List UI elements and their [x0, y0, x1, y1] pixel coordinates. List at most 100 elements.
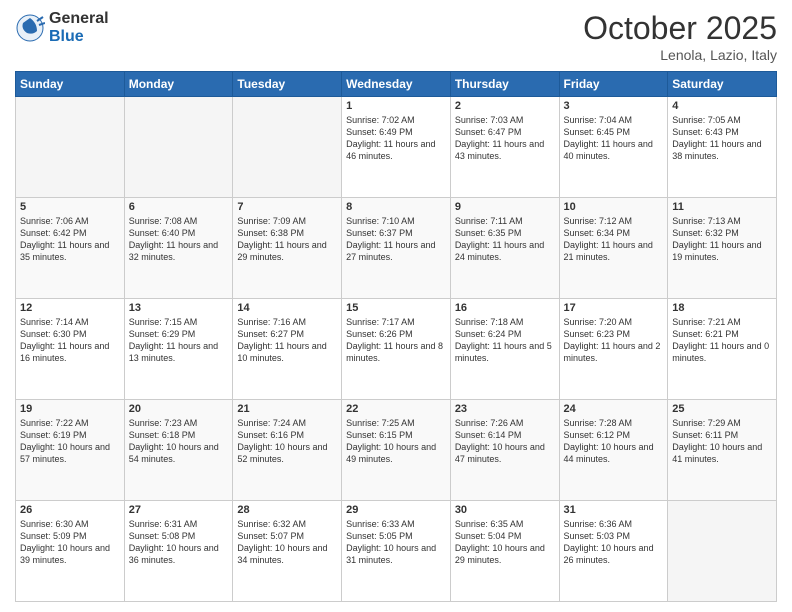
calendar-row-3: 19 Sunrise: 7:22 AM Sunset: 6:19 PM Dayli…	[16, 400, 777, 501]
calendar-cell: 3 Sunrise: 7:04 AM Sunset: 6:45 PM Daylig…	[559, 97, 668, 198]
day-number: 24	[564, 403, 664, 415]
calendar-cell: 21 Sunrise: 7:24 AM Sunset: 6:16 PM Dayli…	[233, 400, 342, 501]
col-wednesday: Wednesday	[342, 72, 451, 97]
calendar-cell: 5 Sunrise: 7:06 AM Sunset: 6:42 PM Daylig…	[16, 198, 125, 299]
calendar-table: Sunday Monday Tuesday Wednesday Thursday…	[15, 71, 777, 602]
calendar-cell: 15Sunrise: 7:17 AM Sunset: 6:26 PM Dayli…	[342, 299, 451, 400]
calendar-cell: 26 Sunrise: 6:30 AM Sunset: 5:09 PM Dayli…	[16, 501, 125, 602]
calendar-cell: 19 Sunrise: 7:22 AM Sunset: 6:19 PM Dayli…	[16, 400, 125, 501]
calendar-header-row: Sunday Monday Tuesday Wednesday Thursday…	[16, 72, 777, 97]
logo-blue: Blue	[49, 28, 109, 46]
page-header: General Blue October 2025 Lenola, Lazio,…	[15, 10, 777, 63]
day-info: Sunrise: 7:06 AM Sunset: 6:42 PM Dayligh…	[20, 215, 120, 264]
calendar-cell: 2 Sunrise: 7:03 AM Sunset: 6:47 PM Daylig…	[450, 97, 559, 198]
day-number: 26	[20, 504, 120, 516]
day-info: Sunrise: 7:24 AM Sunset: 6:16 PM Dayligh…	[237, 417, 337, 466]
calendar-cell: 25 Sunrise: 7:29 AM Sunset: 6:11 PM Dayli…	[668, 400, 777, 501]
day-number: 16	[455, 302, 555, 314]
calendar-cell: 4 Sunrise: 7:05 AM Sunset: 6:43 PM Daylig…	[668, 97, 777, 198]
day-info: Sunrise: 6:30 AM Sunset: 5:09 PM Dayligh…	[20, 518, 120, 567]
day-number: 23	[455, 403, 555, 415]
day-info: Sunrise: 7:13 AM Sunset: 6:32 PM Dayligh…	[672, 215, 772, 264]
day-number: 2	[455, 100, 555, 112]
day-number: 9	[455, 201, 555, 213]
calendar-cell: 22 Sunrise: 7:25 AM Sunset: 6:15 PM Dayli…	[342, 400, 451, 501]
calendar-cell: 13 Sunrise: 7:15 AM Sunset: 6:29 PM Dayli…	[124, 299, 233, 400]
calendar-cell: 9 Sunrise: 7:11 AM Sunset: 6:35 PM Daylig…	[450, 198, 559, 299]
calendar-cell: 17Sunrise: 7:20 AM Sunset: 6:23 PM Dayli…	[559, 299, 668, 400]
day-info: Sunrise: 7:22 AM Sunset: 6:19 PM Dayligh…	[20, 417, 120, 466]
day-info: Sunrise: 7:12 AM Sunset: 6:34 PM Dayligh…	[564, 215, 664, 264]
day-info: Sunrise: 7:14 AM Sunset: 6:30 PM Dayligh…	[20, 316, 120, 365]
calendar-row-1: 5 Sunrise: 7:06 AM Sunset: 6:42 PM Daylig…	[16, 198, 777, 299]
day-info: Sunrise: 6:31 AM Sunset: 5:08 PM Dayligh…	[129, 518, 229, 567]
location: Lenola, Lazio, Italy	[583, 47, 777, 63]
day-info: Sunrise: 7:04 AM Sunset: 6:45 PM Dayligh…	[564, 114, 664, 163]
calendar-cell: 23 Sunrise: 7:26 AM Sunset: 6:14 PM Dayli…	[450, 400, 559, 501]
day-number: 20	[129, 403, 229, 415]
day-number: 14	[237, 302, 337, 314]
day-info: Sunrise: 6:32 AM Sunset: 5:07 PM Dayligh…	[237, 518, 337, 567]
col-friday: Friday	[559, 72, 668, 97]
day-info: Sunrise: 7:05 AM Sunset: 6:43 PM Dayligh…	[672, 114, 772, 163]
month-title: October 2025	[583, 10, 777, 47]
day-number: 6	[129, 201, 229, 213]
calendar-cell: 31 Sunrise: 6:36 AM Sunset: 5:03 PM Dayli…	[559, 501, 668, 602]
day-number: 22	[346, 403, 446, 415]
day-info: Sunrise: 7:15 AM Sunset: 6:29 PM Dayligh…	[129, 316, 229, 365]
col-saturday: Saturday	[668, 72, 777, 97]
calendar-cell: 28Sunrise: 6:32 AM Sunset: 5:07 PM Dayli…	[233, 501, 342, 602]
calendar-cell: 29 Sunrise: 6:33 AM Sunset: 5:05 PM Dayli…	[342, 501, 451, 602]
day-number: 10	[564, 201, 664, 213]
logo-icon	[15, 13, 45, 43]
day-number: 21	[237, 403, 337, 415]
day-number: 5	[20, 201, 120, 213]
logo-text: General Blue	[49, 10, 109, 45]
calendar-row-2: 12 Sunrise: 7:14 AM Sunset: 6:30 PM Dayli…	[16, 299, 777, 400]
day-info: Sunrise: 6:36 AM Sunset: 5:03 PM Dayligh…	[564, 518, 664, 567]
day-number: 17	[564, 302, 664, 314]
calendar-cell: 14Sunrise: 7:16 AM Sunset: 6:27 PM Dayli…	[233, 299, 342, 400]
calendar-cell: 16 Sunrise: 7:18 AM Sunset: 6:24 PM Dayli…	[450, 299, 559, 400]
calendar-row-4: 26 Sunrise: 6:30 AM Sunset: 5:09 PM Dayli…	[16, 501, 777, 602]
calendar-cell: 27Sunrise: 6:31 AM Sunset: 5:08 PM Dayli…	[124, 501, 233, 602]
calendar-cell: 6 Sunrise: 7:08 AM Sunset: 6:40 PM Daylig…	[124, 198, 233, 299]
calendar-cell	[233, 97, 342, 198]
day-number: 4	[672, 100, 772, 112]
calendar-cell: 24 Sunrise: 7:28 AM Sunset: 6:12 PM Dayli…	[559, 400, 668, 501]
calendar-page: General Blue October 2025 Lenola, Lazio,…	[0, 0, 792, 612]
day-info: Sunrise: 7:02 AM Sunset: 6:49 PM Dayligh…	[346, 114, 446, 163]
day-number: 19	[20, 403, 120, 415]
day-number: 30	[455, 504, 555, 516]
col-tuesday: Tuesday	[233, 72, 342, 97]
calendar-cell	[124, 97, 233, 198]
day-info: Sunrise: 7:18 AM Sunset: 6:24 PM Dayligh…	[455, 316, 555, 365]
day-number: 7	[237, 201, 337, 213]
day-number: 12	[20, 302, 120, 314]
day-number: 3	[564, 100, 664, 112]
day-info: Sunrise: 7:11 AM Sunset: 6:35 PM Dayligh…	[455, 215, 555, 264]
day-info: Sunrise: 7:25 AM Sunset: 6:15 PM Dayligh…	[346, 417, 446, 466]
day-number: 31	[564, 504, 664, 516]
calendar-cell: 8Sunrise: 7:10 AM Sunset: 6:37 PM Daylig…	[342, 198, 451, 299]
day-info: Sunrise: 7:03 AM Sunset: 6:47 PM Dayligh…	[455, 114, 555, 163]
logo: General Blue	[15, 10, 109, 45]
day-info: Sunrise: 7:28 AM Sunset: 6:12 PM Dayligh…	[564, 417, 664, 466]
day-number: 1	[346, 100, 446, 112]
calendar-cell: 18Sunrise: 7:21 AM Sunset: 6:21 PM Dayli…	[668, 299, 777, 400]
day-number: 8	[346, 201, 446, 213]
calendar-row-0: 1 Sunrise: 7:02 AM Sunset: 6:49 PM Daylig…	[16, 97, 777, 198]
day-number: 29	[346, 504, 446, 516]
col-sunday: Sunday	[16, 72, 125, 97]
calendar-cell: 12 Sunrise: 7:14 AM Sunset: 6:30 PM Dayli…	[16, 299, 125, 400]
day-info: Sunrise: 7:08 AM Sunset: 6:40 PM Dayligh…	[129, 215, 229, 264]
logo-general: General	[49, 10, 109, 28]
calendar-cell: 10 Sunrise: 7:12 AM Sunset: 6:34 PM Dayli…	[559, 198, 668, 299]
calendar-cell: 20Sunrise: 7:23 AM Sunset: 6:18 PM Dayli…	[124, 400, 233, 501]
day-info: Sunrise: 7:29 AM Sunset: 6:11 PM Dayligh…	[672, 417, 772, 466]
day-number: 25	[672, 403, 772, 415]
day-number: 13	[129, 302, 229, 314]
day-info: Sunrise: 7:26 AM Sunset: 6:14 PM Dayligh…	[455, 417, 555, 466]
title-block: October 2025 Lenola, Lazio, Italy	[583, 10, 777, 63]
day-info: Sunrise: 6:33 AM Sunset: 5:05 PM Dayligh…	[346, 518, 446, 567]
